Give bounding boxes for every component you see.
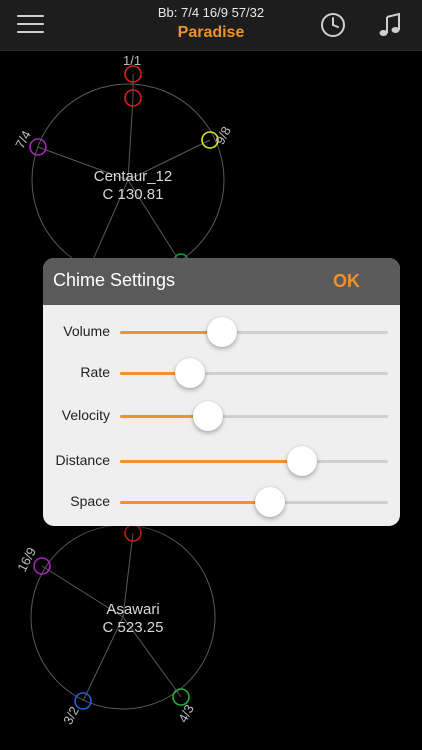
- page-title: Paradise: [177, 24, 245, 41]
- velocity-slider[interactable]: [120, 401, 388, 431]
- tuning-status: Bb: 7/4 16/9 57/32: [157, 5, 265, 20]
- top-scale-name: Centaur_12: [93, 168, 173, 185]
- dialog-title: Chime Settings: [53, 270, 176, 290]
- slider-row-volume: Volume: [43, 311, 400, 351]
- space-slider[interactable]: [120, 487, 388, 517]
- bottom-scale-pitch: C 523.25: [102, 619, 164, 636]
- slider-row-rate: Rate: [43, 352, 400, 392]
- slider-row-space: Space: [43, 481, 400, 521]
- distance-slider[interactable]: [120, 446, 388, 476]
- ok-button[interactable]: OK: [333, 271, 360, 292]
- rate-label: Rate: [80, 364, 110, 380]
- dialog-header: Chime Settings OK: [43, 258, 400, 305]
- volume-slider-thumb[interactable]: [206, 317, 237, 347]
- space-slider-fill: [120, 501, 271, 504]
- velocity-slider-thumb[interactable]: [193, 401, 224, 431]
- bottom-scale-name: Asawari: [106, 601, 160, 618]
- volume-slider[interactable]: [120, 317, 388, 347]
- distance-label: Distance: [55, 452, 110, 468]
- distance-slider-thumb[interactable]: [287, 446, 318, 476]
- slider-row-distance: Distance: [43, 440, 400, 480]
- clock-icon[interactable]: [319, 11, 347, 39]
- velocity-label: Velocity: [61, 407, 110, 423]
- distance-slider-fill: [120, 460, 303, 463]
- top-navigation-bar: Bb: 7/4 16/9 57/32 Paradise: [0, 0, 422, 51]
- top-ratio-1-1: 1/1: [123, 53, 142, 68]
- space-slider-thumb[interactable]: [255, 487, 286, 517]
- rate-slider[interactable]: [120, 358, 388, 388]
- chime-settings-dialog: Chime Settings OK Volume Rate Velocity D…: [43, 258, 400, 526]
- slider-row-velocity: Velocity: [43, 395, 400, 435]
- rate-slider-thumb[interactable]: [174, 358, 205, 388]
- music-note-icon[interactable]: [376, 11, 404, 39]
- space-label: Space: [70, 493, 110, 509]
- top-scale-pitch: C 130.81: [102, 186, 164, 203]
- volume-label: Volume: [63, 323, 110, 339]
